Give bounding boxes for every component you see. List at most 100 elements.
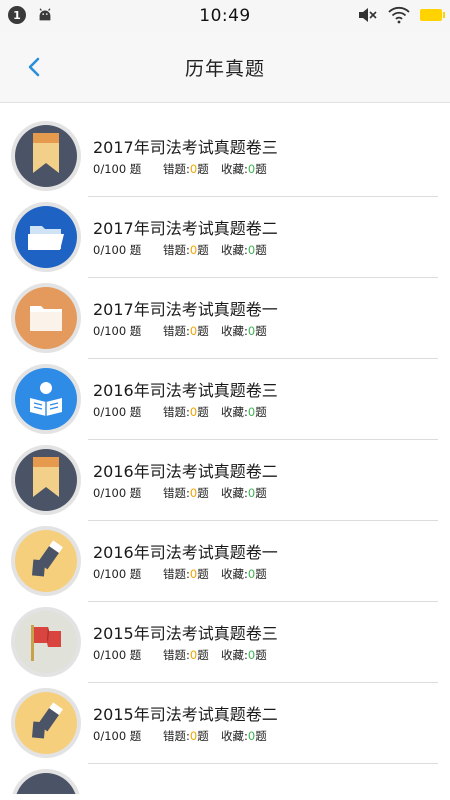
fav-label: 收藏: — [221, 324, 248, 338]
android-icon — [39, 8, 51, 21]
exam-stats: 0/100 题错题:0题 收藏:0题 — [93, 323, 267, 339]
exam-stats: 0/100 题错题:0题 收藏:0题 — [93, 566, 267, 582]
exam-title: 2016年司法考试真题卷一 — [93, 543, 278, 562]
exam-stats: 0/100 题错题:0题 收藏:0题 — [93, 485, 267, 501]
wrong-suffix: 题 — [197, 729, 209, 743]
wrong-label: 错题: — [163, 648, 190, 662]
status-bar-left: 1 — [8, 6, 54, 24]
exam-list-item[interactable]: 2017年司法考试真题卷一 0/100 题错题:0题 收藏:0题 — [0, 278, 450, 359]
wrong-count: 0 — [189, 405, 198, 419]
exam-list-item[interactable]: 2016年司法考试真题卷一 0/100 题错题:0题 收藏:0题 — [0, 521, 450, 602]
item-icon-ring — [11, 607, 81, 677]
fav-suffix: 题 — [255, 567, 267, 581]
wrong-label: 错题: — [163, 324, 190, 338]
item-icon-ring — [11, 769, 81, 794]
wrong-count: 0 — [189, 729, 198, 743]
progress-text: 0/100 题 — [93, 243, 142, 257]
wrong-label: 错题: — [163, 729, 190, 743]
bookmark-icon — [15, 449, 77, 511]
item-icon-ring — [11, 526, 81, 596]
header-bar: 历年真题 — [0, 32, 450, 103]
fav-count-group: 收藏:0题 — [221, 647, 267, 663]
status-bar: 1 10:49 — [0, 0, 450, 32]
wrong-count-group: 错题:0题 — [163, 485, 221, 501]
fav-count: 0 — [247, 405, 256, 419]
wrong-suffix: 题 — [197, 567, 209, 581]
exam-title: 2015年司法考试真题卷三 — [93, 624, 278, 643]
wrong-count: 0 — [189, 648, 198, 662]
exam-list-item[interactable]: 2016年司法考试真题卷二 0/100 题错题:0题 收藏:0题 — [0, 440, 450, 521]
fav-count-group: 收藏:0题 — [221, 161, 267, 177]
progress-text: 0/100 题 — [93, 162, 142, 176]
wrong-suffix: 题 — [197, 405, 209, 419]
exam-title: 2017年司法考试真题卷二 — [93, 219, 278, 238]
fav-count: 0 — [247, 567, 256, 581]
fav-suffix: 题 — [255, 162, 267, 176]
exam-list-item[interactable]: 2016年司法考试真题卷三 0/100 题错题:0题 收藏:0题 — [0, 359, 450, 440]
exam-list: 2017年司法考试真题卷三 0/100 题错题:0题 收藏:0题 2017年司法考… — [0, 116, 450, 794]
wrong-suffix: 题 — [197, 648, 209, 662]
page-title: 历年真题 — [184, 57, 265, 80]
back-button[interactable] — [22, 54, 48, 80]
exam-title: 2017年司法考试真题卷一 — [93, 300, 278, 319]
fav-suffix: 题 — [255, 405, 267, 419]
wrong-suffix: 题 — [197, 162, 209, 176]
fav-count-group: 收藏:0题 — [221, 242, 267, 258]
item-icon-ring — [11, 688, 81, 758]
progress-text: 0/100 题 — [93, 324, 142, 338]
wrong-count-group: 错题:0题 — [163, 566, 221, 582]
progress-text: 0/100 题 — [93, 648, 142, 662]
fav-suffix: 题 — [255, 729, 267, 743]
bookmark-icon — [15, 125, 77, 187]
fav-label: 收藏: — [221, 729, 248, 743]
wrong-count: 0 — [189, 162, 198, 176]
fav-label: 收藏: — [221, 243, 248, 257]
open-folder-icon — [15, 206, 77, 268]
wrong-label: 错题: — [163, 162, 190, 176]
wrong-count-group: 错题:0题 — [163, 242, 221, 258]
fav-count: 0 — [247, 324, 256, 338]
wrong-label: 错题: — [163, 243, 190, 257]
wrong-suffix: 题 — [197, 324, 209, 338]
fav-suffix: 题 — [255, 648, 267, 662]
exam-list-item[interactable]: 2015年司法考试真题卷二 0/100 题错题:0题 收藏:0题 — [0, 683, 450, 764]
notification-badge: 1 — [8, 6, 26, 24]
fav-count-group: 收藏:0题 — [221, 566, 267, 582]
folder-icon — [15, 287, 77, 349]
fav-count-group: 收藏:0题 — [221, 728, 267, 744]
reader-icon — [15, 368, 77, 430]
bookmark-icon — [15, 773, 77, 794]
item-icon-ring — [11, 364, 81, 434]
wrong-count-group: 错题:0题 — [163, 161, 221, 177]
progress-text: 0/100 题 — [93, 567, 142, 581]
flag-icon — [15, 611, 77, 673]
fav-label: 收藏: — [221, 486, 248, 500]
exam-stats: 0/100 题 错题:0题 收藏:0题 — [93, 242, 267, 258]
exam-list-item[interactable]: 2015年司法考试真题卷三 0/100 题错题:0题 收藏:0题 — [0, 602, 450, 683]
progress-text: 0/100 题 — [93, 486, 142, 500]
exam-list-item[interactable]: 2017年司法考试真题卷二 0/100 题 错题:0题 收藏:0题 — [0, 197, 450, 278]
status-bar-right — [358, 6, 445, 24]
exam-list-item-partial[interactable] — [0, 764, 450, 794]
mute-icon — [359, 8, 377, 22]
fav-count-group: 收藏:0题 — [221, 485, 267, 501]
progress-text: 0/100 题 — [93, 405, 142, 419]
exam-stats: 0/100 题错题:0题 收藏:0题 — [93, 728, 267, 744]
wrong-label: 错题: — [163, 486, 190, 500]
wrong-label: 错题: — [163, 405, 190, 419]
wrong-count-group: 错题:0题 — [163, 728, 221, 744]
wrong-count: 0 — [189, 486, 198, 500]
item-icon-ring — [11, 283, 81, 353]
wrong-label: 错题: — [163, 567, 190, 581]
fav-label: 收藏: — [221, 648, 248, 662]
wrong-count-group: 错题:0题 — [163, 323, 221, 339]
fav-suffix: 题 — [255, 486, 267, 500]
progress-text: 0/100 题 — [93, 729, 142, 743]
fav-suffix: 题 — [255, 243, 267, 257]
pencil-icon — [15, 692, 77, 754]
fav-count-group: 收藏:0题 — [221, 404, 267, 420]
exam-list-item[interactable]: 2017年司法考试真题卷三 0/100 题错题:0题 收藏:0题 — [0, 116, 450, 197]
item-icon-ring — [11, 121, 81, 191]
fav-count: 0 — [247, 486, 256, 500]
fav-suffix: 题 — [255, 324, 267, 338]
